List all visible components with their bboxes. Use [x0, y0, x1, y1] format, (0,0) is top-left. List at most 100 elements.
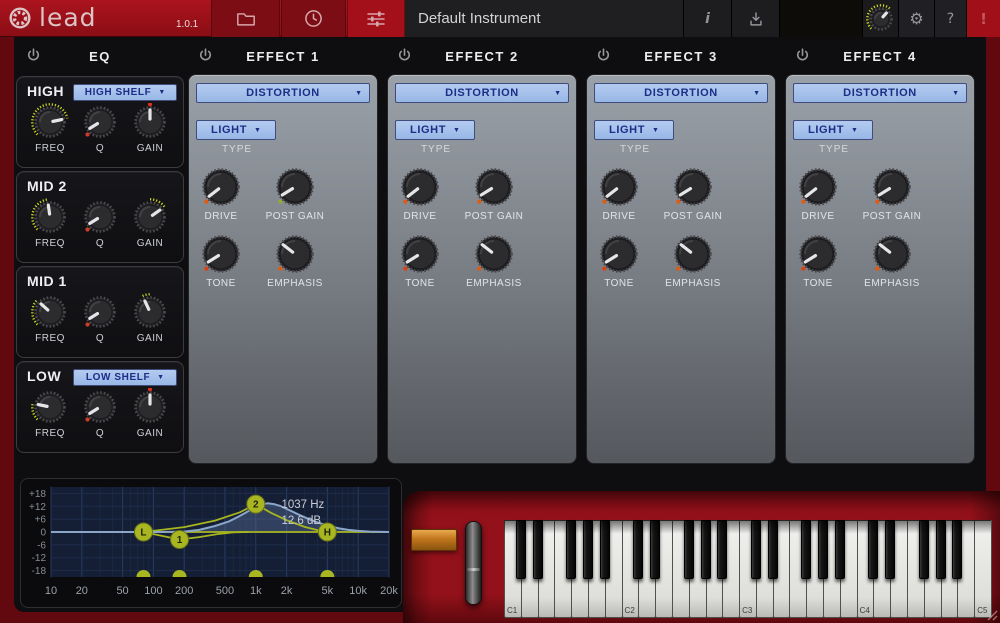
knob[interactable]	[671, 165, 715, 209]
column-header: EFFECT 3	[586, 44, 776, 68]
knob[interactable]	[597, 232, 641, 276]
effect-type-value: DISTORTION	[246, 87, 320, 99]
knob[interactable]	[866, 4, 896, 34]
eq-band-card: LOW LOW SHELF ▼ FREQQGAIN	[16, 361, 184, 453]
knob[interactable]	[870, 165, 914, 209]
knob[interactable]	[31, 388, 69, 426]
eq-response-graph[interactable]: L12H1037 Hz12.6 dB+18+12+60-6-12-1810205…	[20, 478, 402, 608]
save-download-button[interactable]	[731, 0, 779, 37]
info-button[interactable]: i	[683, 0, 731, 37]
effect-type-value: DISTORTION	[644, 87, 718, 99]
svg-text:100: 100	[144, 585, 162, 597]
effect-type-dropdown[interactable]: DISTORTION ▼	[793, 83, 967, 103]
power-icon[interactable]	[25, 47, 42, 64]
recent-history-button[interactable]	[281, 0, 346, 37]
black-key[interactable]	[868, 520, 878, 579]
power-icon[interactable]	[396, 47, 413, 64]
knob[interactable]	[472, 232, 516, 276]
knob-label: POST GAIN	[465, 211, 524, 222]
pitch-stick[interactable]	[411, 529, 457, 551]
black-key[interactable]	[701, 520, 711, 579]
resize-handle-icon[interactable]	[985, 608, 998, 621]
knob[interactable]	[81, 198, 119, 236]
knob[interactable]	[796, 232, 840, 276]
black-key[interactable]	[801, 520, 811, 579]
knob[interactable]	[199, 232, 243, 276]
eq-band-handle-L[interactable]: L	[134, 523, 152, 541]
black-key[interactable]	[835, 520, 845, 579]
black-key[interactable]	[533, 520, 543, 579]
black-key[interactable]	[583, 520, 593, 579]
eq-band-card: HIGH HIGH SHELF ▼ FREQQGAIN	[16, 76, 184, 168]
black-key[interactable]	[633, 520, 643, 579]
eq-filter-dropdown[interactable]: LOW SHELF ▼	[73, 369, 177, 386]
effect-type-dropdown[interactable]: DISTORTION ▼	[196, 83, 370, 103]
white-key[interactable]: C5	[974, 520, 992, 618]
knob[interactable]	[398, 165, 442, 209]
eq-band-handle-2[interactable]: 2	[247, 495, 265, 513]
knob[interactable]	[131, 293, 169, 331]
settings-button[interactable]: ⚙	[898, 0, 934, 37]
knob[interactable]	[398, 232, 442, 276]
knob[interactable]	[131, 388, 169, 426]
mod-wheel[interactable]	[465, 521, 482, 605]
black-key[interactable]	[566, 520, 576, 579]
black-key[interactable]	[936, 520, 946, 579]
black-key[interactable]	[751, 520, 761, 579]
knob-gain: GAIN	[125, 293, 175, 344]
black-key[interactable]	[818, 520, 828, 579]
preset-name-field[interactable]: Default Instrument	[405, 0, 683, 37]
master-volume-knob[interactable]	[862, 0, 898, 37]
effect-type-dropdown[interactable]: DISTORTION ▼	[395, 83, 569, 103]
knob[interactable]	[273, 165, 317, 209]
info-icon: i	[705, 11, 710, 27]
black-key[interactable]	[600, 520, 610, 579]
knob[interactable]	[81, 103, 119, 141]
eq-band-handle-1[interactable]: 1	[171, 531, 189, 549]
svg-text:+6: +6	[35, 515, 47, 526]
eq-annotation: 12.6 dB	[281, 515, 321, 527]
knob[interactable]	[597, 165, 641, 209]
knob[interactable]	[273, 232, 317, 276]
knob[interactable]	[31, 198, 69, 236]
knob[interactable]	[796, 165, 840, 209]
effect-mode-dropdown[interactable]: LIGHT ▼	[395, 120, 475, 140]
black-key[interactable]	[516, 520, 526, 579]
black-key[interactable]	[650, 520, 660, 579]
knob[interactable]	[671, 232, 715, 276]
knob[interactable]	[81, 388, 119, 426]
effect-mode-dropdown[interactable]: LIGHT ▼	[594, 120, 674, 140]
knob[interactable]	[870, 232, 914, 276]
column-title: EFFECT 2	[445, 49, 518, 64]
eq-filter-dropdown[interactable]: HIGH SHELF ▼	[73, 84, 177, 101]
effect-mode-dropdown[interactable]: LIGHT ▼	[196, 120, 276, 140]
knob[interactable]	[31, 103, 69, 141]
effect-mode-dropdown[interactable]: LIGHT ▼	[793, 120, 873, 140]
knob[interactable]	[31, 293, 69, 331]
power-icon[interactable]	[197, 47, 214, 64]
effect-type-dropdown[interactable]: DISTORTION ▼	[594, 83, 768, 103]
mixer-settings-button[interactable]	[347, 0, 405, 37]
knob[interactable]	[131, 198, 169, 236]
knob[interactable]	[199, 165, 243, 209]
knob-label: DRIVE	[403, 211, 436, 222]
knob[interactable]	[472, 165, 516, 209]
help-button[interactable]: ?	[934, 0, 966, 37]
power-icon[interactable]	[595, 47, 612, 64]
knob[interactable]	[131, 103, 169, 141]
effect-column-body: DISTORTION ▼ LIGHT ▼ TYPE DRIVEPOST GAIN…	[188, 74, 378, 464]
black-key[interactable]	[684, 520, 694, 579]
black-key[interactable]	[885, 520, 895, 579]
open-preset-button[interactable]	[211, 0, 280, 37]
alert-button[interactable]: !	[966, 0, 1000, 37]
power-icon[interactable]	[794, 47, 811, 64]
knob-freq: FREQ	[25, 103, 75, 154]
knob-q: Q	[75, 293, 125, 344]
black-key[interactable]	[768, 520, 778, 579]
black-key[interactable]	[717, 520, 727, 579]
black-key[interactable]	[919, 520, 929, 579]
black-key[interactable]	[952, 520, 962, 579]
knob[interactable]	[81, 293, 119, 331]
svg-text:20k: 20k	[380, 585, 398, 597]
version-label: 1.0.1	[176, 19, 198, 30]
